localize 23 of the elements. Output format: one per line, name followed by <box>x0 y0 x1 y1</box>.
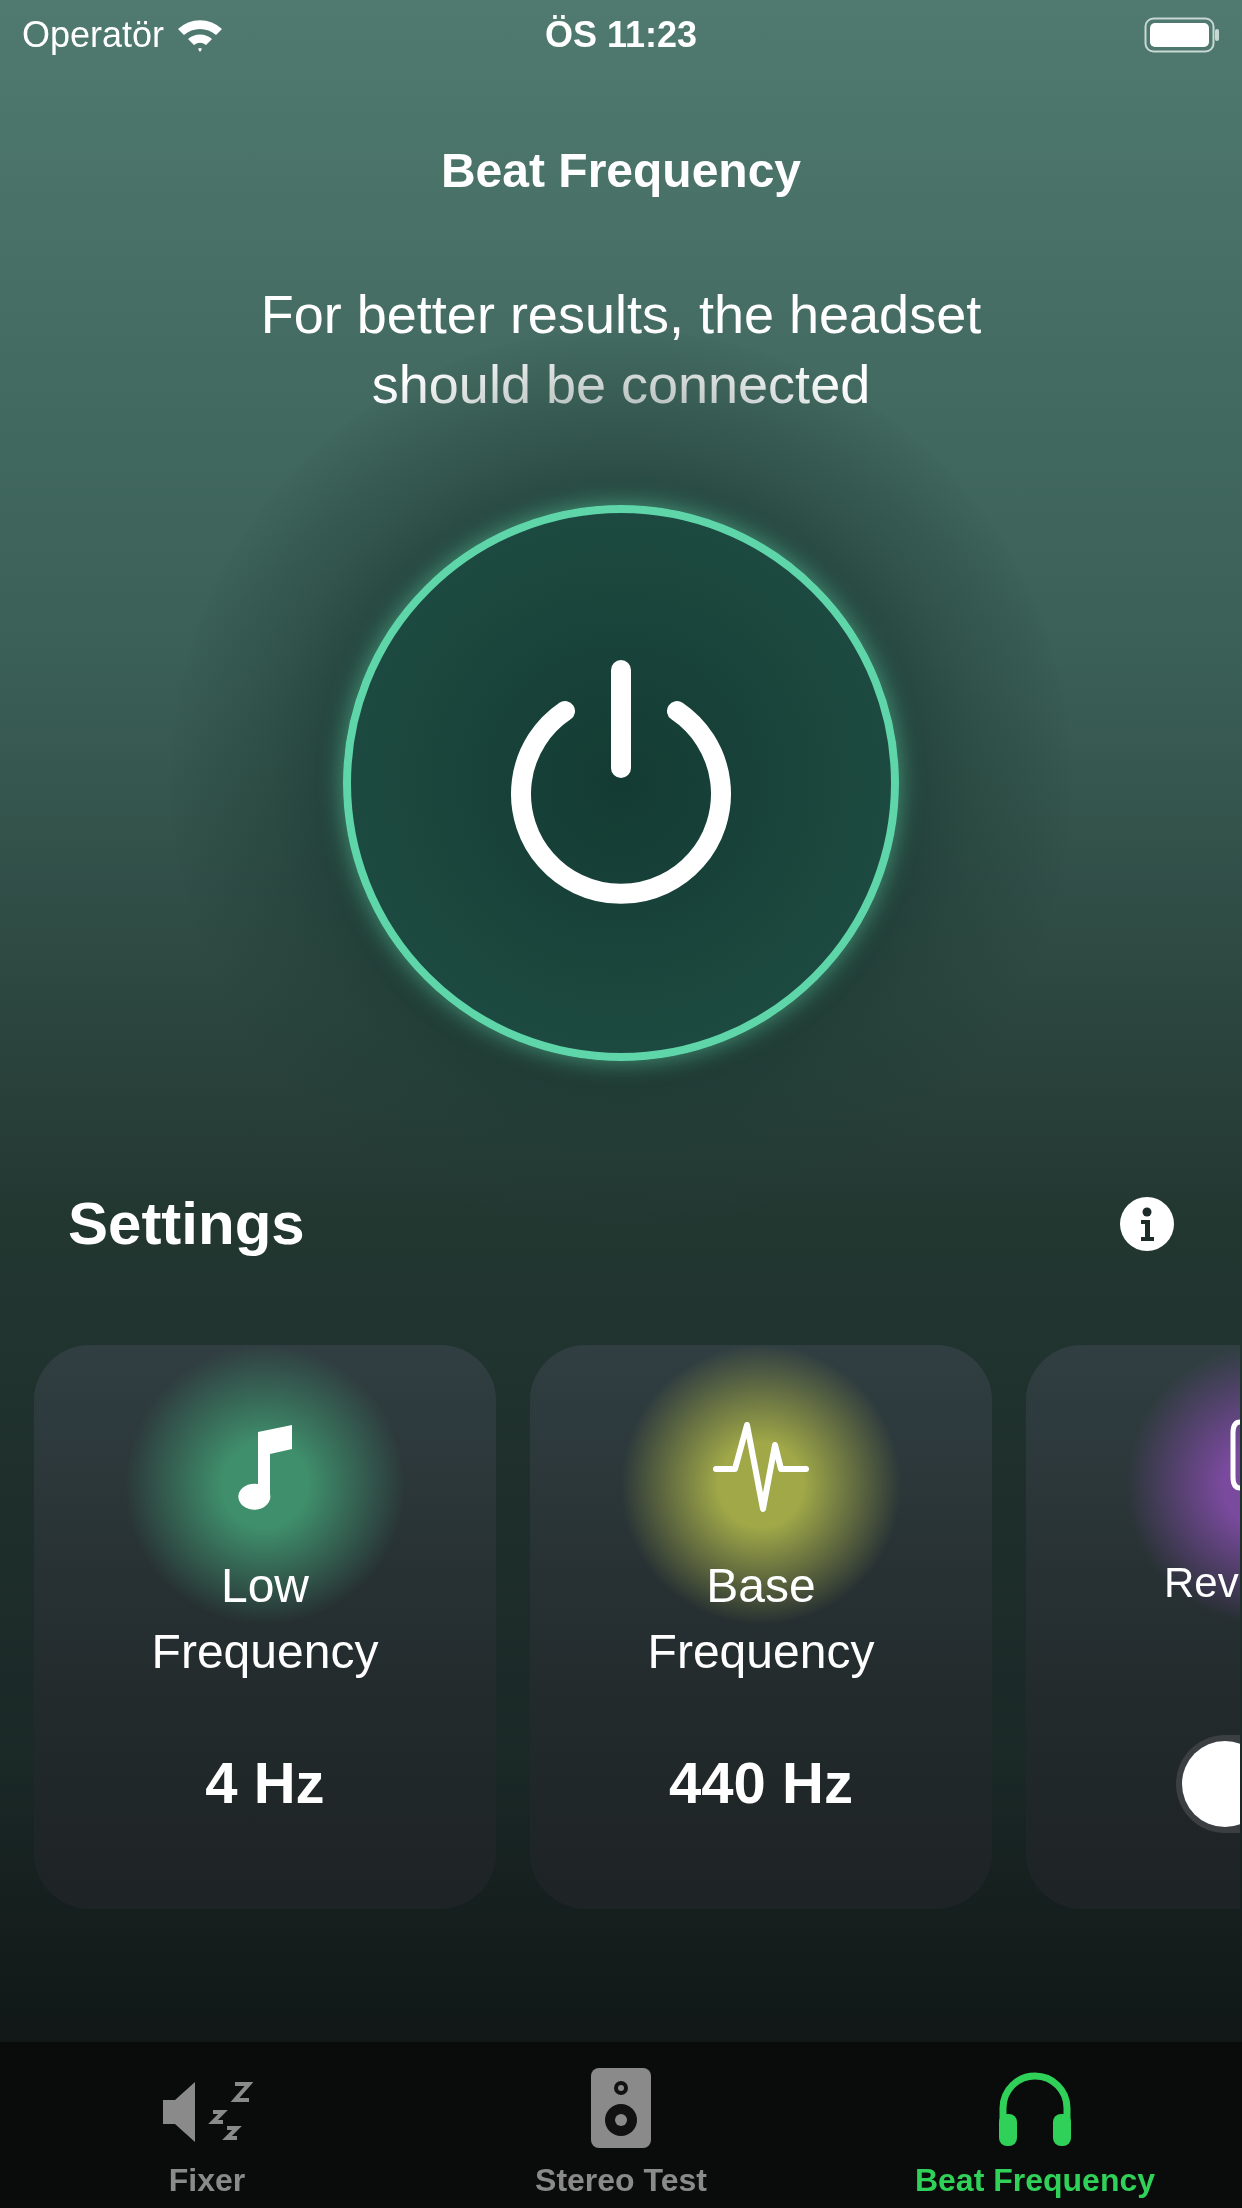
music-note-icon <box>236 1422 294 1512</box>
settings-heading: Settings <box>68 1189 305 1259</box>
heartbeat-icon <box>713 1421 809 1513</box>
battery-icon <box>1144 17 1220 53</box>
card-label: Low Frequency <box>150 1558 380 1680</box>
tab-item[interactable]: Fixer <box>0 2068 414 2208</box>
tab-item[interactable]: Beat Frequency <box>828 2068 1242 2208</box>
clock-time: ÖS 11:23 <box>544 13 698 57</box>
setting-card[interactable]: Rev <box>1026 1345 1240 1909</box>
headset-message: For better results, the headset should be connected <box>259 283 983 416</box>
tab-item[interactable]: Stereo Test <box>414 2068 828 2208</box>
toggle-switch[interactable] <box>1176 1735 1240 1833</box>
carrier-name: Operatör <box>22 13 165 57</box>
card-value: 440 Hz <box>669 1749 853 1817</box>
speaker-box-icon <box>591 2068 651 2148</box>
card-label: Base Frequency <box>646 1558 876 1680</box>
card-label: Rev <box>1164 1558 1239 1608</box>
wifi-icon <box>176 17 225 53</box>
card-value: 4 Hz <box>205 1749 325 1817</box>
info-icon[interactable] <box>1120 1197 1174 1251</box>
screen-title: Beat Frequency <box>440 143 802 199</box>
setting-card[interactable]: Low Frequency 4 Hz <box>34 1345 496 1909</box>
setting-card[interactable]: Base Frequency 440 Hz <box>530 1345 992 1909</box>
